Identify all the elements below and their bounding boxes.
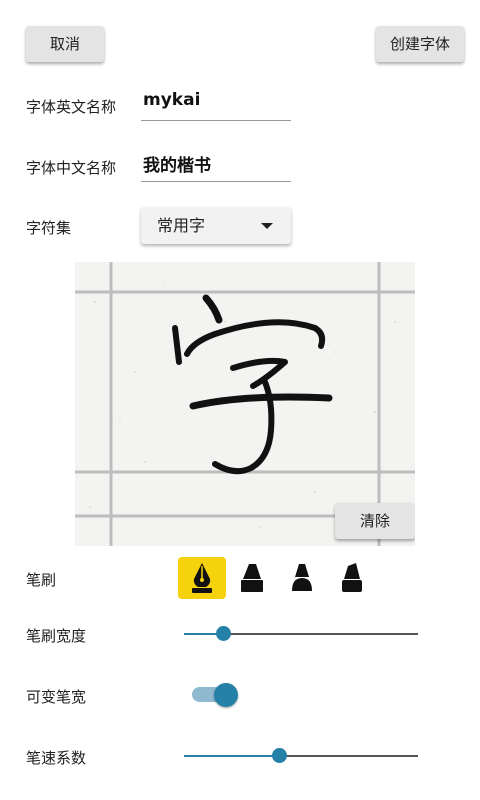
brush-option-2[interactable] — [228, 557, 276, 599]
speed-factor-fill — [184, 755, 280, 757]
cancel-button[interactable]: 取消 — [26, 26, 104, 62]
round-marker-icon — [292, 564, 312, 591]
drawing-canvas[interactable]: 清除 — [75, 262, 415, 546]
marker-icon — [241, 564, 263, 592]
charset-selected-value: 常用字 — [157, 216, 206, 235]
brush-option-4[interactable] — [328, 557, 376, 599]
pen-nib-icon — [192, 563, 212, 593]
brush-width-thumb[interactable] — [216, 626, 232, 641]
english-name-underline — [141, 120, 291, 121]
chisel-marker-icon — [342, 563, 362, 592]
variable-width-label: 可变笔宽 — [26, 688, 87, 706]
chinese-name-underline — [141, 181, 291, 182]
speed-factor-label: 笔速系数 — [26, 749, 87, 767]
chinese-name-label: 字体中文名称 — [26, 159, 117, 177]
brush-width-label: 笔刷宽度 — [26, 627, 87, 645]
english-name-label: 字体英文名称 — [26, 98, 117, 116]
toggle-thumb[interactable] — [214, 683, 238, 707]
create-font-button[interactable]: 创建字体 — [376, 26, 464, 62]
speed-factor-thumb[interactable] — [272, 748, 288, 763]
brush-option-3[interactable] — [278, 557, 326, 599]
chevron-down-icon — [261, 223, 273, 229]
chinese-name-field[interactable]: 我的楷书 — [143, 151, 211, 176]
charset-label: 字符集 — [26, 219, 72, 237]
charset-dropdown[interactable]: 常用字 — [141, 207, 291, 244]
brush-label: 笔刷 — [26, 571, 57, 589]
brush-option-pen[interactable] — [178, 557, 226, 599]
english-name-field[interactable]: mykai — [143, 90, 200, 110]
clear-canvas-button[interactable]: 清除 — [335, 503, 415, 539]
